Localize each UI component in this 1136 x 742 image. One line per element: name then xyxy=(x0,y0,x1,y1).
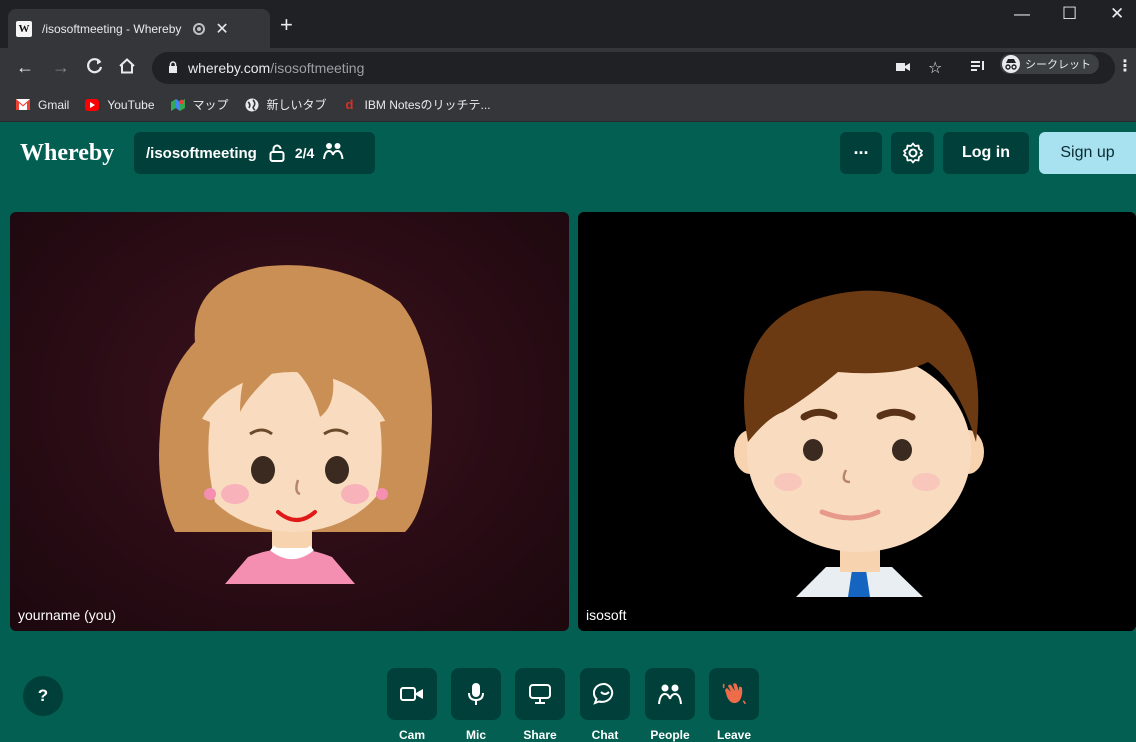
maximize-button[interactable]: ☐ xyxy=(1062,4,1077,24)
browser-window: W /isosoftmeeting - Whereby ✕ + — ☐ ✕ ← … xyxy=(0,0,1136,742)
home-icon xyxy=(119,58,135,74)
help-button[interactable]: ? xyxy=(23,676,63,716)
chat-label: Chat xyxy=(591,728,619,742)
people-icon xyxy=(322,142,344,164)
new-tab-button[interactable]: + xyxy=(280,14,293,36)
maps-icon xyxy=(170,98,185,111)
room-info-pill[interactable]: /isosoftmeeting 2/4 xyxy=(134,132,375,174)
bookmark-label: YouTube xyxy=(107,97,155,112)
url-host: whereby.com xyxy=(188,60,271,76)
people-button[interactable] xyxy=(645,668,695,720)
bookmark-star-icon[interactable]: ☆ xyxy=(928,58,942,78)
more-options-button[interactable]: ··· xyxy=(840,132,882,174)
notes-icon: d xyxy=(345,97,354,112)
signup-button[interactable]: Sign up xyxy=(1039,132,1136,174)
waving-hand-icon xyxy=(722,683,746,705)
back-button[interactable]: ← xyxy=(16,57,34,77)
forward-button[interactable]: → xyxy=(52,57,70,77)
bookmark-label: IBM Notesのリッチテ... xyxy=(364,98,491,112)
chat-button[interactable] xyxy=(580,668,630,720)
people-label: People xyxy=(650,728,690,742)
close-window-button[interactable]: ✕ xyxy=(1110,4,1124,24)
boy-avatar xyxy=(734,290,984,597)
recording-indicator-icon xyxy=(193,22,206,35)
screen-share-icon xyxy=(529,684,551,704)
incognito-icon xyxy=(1002,55,1020,73)
mic-label: Mic xyxy=(465,728,486,742)
reload-icon xyxy=(87,58,103,74)
participant-name: isosoft xyxy=(586,607,627,623)
bookmark-ibm-notes[interactable]: d IBM Notesのリッチテ... xyxy=(343,96,491,113)
browser-tab[interactable]: W /isosoftmeeting - Whereby ✕ xyxy=(8,9,270,48)
share-label: Share xyxy=(523,728,557,742)
chrome-menu-icon[interactable]: ⋮ xyxy=(1117,56,1133,76)
incognito-label: シークレット xyxy=(1025,59,1091,71)
bookmark-label: 新しいタブ xyxy=(266,98,327,112)
leave-label: Leave xyxy=(716,728,752,742)
lock-icon xyxy=(168,60,178,76)
camera-in-use-icon[interactable] xyxy=(896,60,910,76)
bookmark-gmail[interactable]: Gmail xyxy=(16,98,69,112)
minimize-button[interactable]: — xyxy=(1014,6,1030,24)
browser-toolbar: ← → whereby.com/isosoftmeeting ☆ シークレット xyxy=(0,48,1136,88)
cam-label: Cam xyxy=(398,728,425,742)
leave-button[interactable] xyxy=(709,668,759,720)
share-button[interactable] xyxy=(515,668,565,720)
lock-icon[interactable] xyxy=(269,144,285,162)
youtube-icon xyxy=(85,98,100,111)
participant-name: yourname (you) xyxy=(18,607,117,623)
bookmark-youtube[interactable]: YouTube xyxy=(85,97,155,112)
login-button[interactable]: Log in xyxy=(943,132,1029,174)
reading-list-icon[interactable] xyxy=(970,59,986,78)
participant-tile-remote[interactable]: isosoft xyxy=(578,212,1136,631)
chat-icon xyxy=(593,682,614,705)
incognito-indicator[interactable]: シークレット xyxy=(1000,54,1099,74)
bookmark-label: マップ xyxy=(192,98,229,112)
cam-button[interactable] xyxy=(387,668,437,720)
whereby-logo[interactable]: Whereby xyxy=(20,140,114,167)
people-icon xyxy=(658,684,682,705)
camera-icon xyxy=(400,687,423,701)
home-button[interactable] xyxy=(118,57,136,79)
settings-button[interactable] xyxy=(891,132,934,174)
room-name: /isosoftmeeting xyxy=(146,144,257,162)
participant-count: 2/4 xyxy=(294,145,315,161)
microphone-icon xyxy=(468,683,484,705)
whereby-app: Whereby /isosoftmeeting 2/4 ··· Log in S… xyxy=(0,123,1136,742)
girl-avatar xyxy=(159,265,432,584)
close-tab-icon[interactable]: ✕ xyxy=(215,19,228,39)
tab-strip: W /isosoftmeeting - Whereby ✕ + — ☐ ✕ xyxy=(0,0,1136,48)
reload-button[interactable] xyxy=(86,57,104,79)
bookmark-maps[interactable]: マップ xyxy=(170,96,229,113)
gear-icon xyxy=(902,142,923,164)
bookmark-label: Gmail xyxy=(38,97,70,112)
mic-button[interactable] xyxy=(451,668,501,720)
bookmarks-bar: Gmail YouTube マップ 新しいタブ d IBM Notesのリッチテ.… xyxy=(0,88,1136,122)
participant-tile-self[interactable]: yourname (you) xyxy=(10,212,569,631)
tab-title: /isosoftmeeting - Whereby xyxy=(42,21,182,36)
tab-favicon: W xyxy=(16,20,32,37)
url-path: /isosoftmeeting xyxy=(270,60,365,76)
gmail-icon xyxy=(16,99,30,111)
bookmark-new-tab[interactable]: 新しいタブ xyxy=(245,96,327,113)
globe-icon xyxy=(245,98,259,111)
